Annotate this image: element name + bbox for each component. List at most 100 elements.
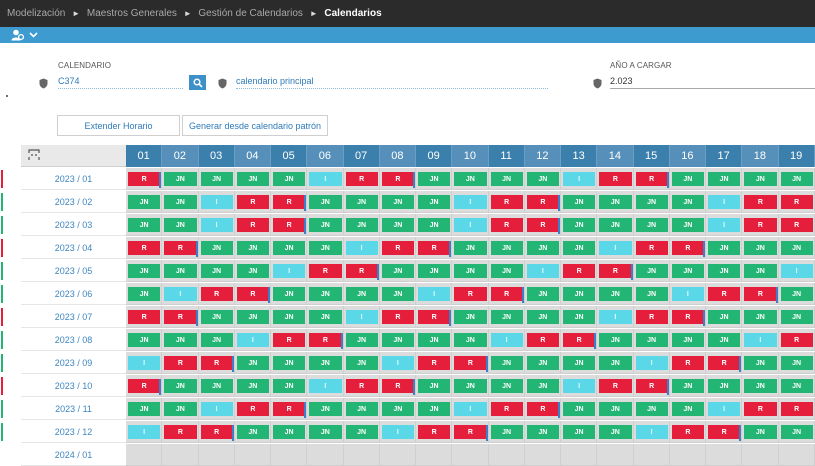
- day-cell[interactable]: I: [162, 283, 199, 305]
- day-cell[interactable]: R: [343, 168, 380, 190]
- day-type-chip[interactable]: I: [309, 379, 342, 393]
- day-type-chip[interactable]: R: [273, 333, 306, 347]
- day-cell[interactable]: JN: [778, 352, 815, 374]
- day-type-chip[interactable]: R: [164, 310, 197, 324]
- day-type-chip[interactable]: R: [635, 379, 668, 393]
- day-cell[interactable]: JN: [452, 329, 489, 351]
- day-type-chip[interactable]: R: [599, 379, 632, 393]
- day-cell[interactable]: R: [162, 352, 199, 374]
- day-type-chip[interactable]: R: [526, 218, 559, 232]
- day-cell[interactable]: R: [126, 237, 163, 259]
- day-type-chip[interactable]: I: [708, 218, 741, 232]
- day-type-chip[interactable]: JN: [490, 264, 523, 278]
- day-type-chip[interactable]: I: [708, 195, 741, 209]
- day-cell[interactable]: R: [742, 191, 779, 213]
- day-cell[interactable]: [488, 444, 525, 466]
- day-type-chip[interactable]: I: [381, 356, 414, 370]
- day-type-chip[interactable]: JN: [454, 333, 487, 347]
- day-cell[interactable]: I: [597, 306, 634, 328]
- day-type-chip[interactable]: R: [164, 356, 197, 370]
- day-type-chip[interactable]: JN: [599, 402, 632, 416]
- day-type-chip[interactable]: JN: [381, 402, 414, 416]
- day-type-chip[interactable]: JN: [345, 425, 378, 439]
- day-type-chip[interactable]: R: [418, 425, 451, 439]
- day-type-chip[interactable]: R: [128, 241, 161, 255]
- month-row-label[interactable]: 2023 / 01: [21, 168, 126, 190]
- day-type-chip[interactable]: JN: [309, 425, 342, 439]
- day-type-chip[interactable]: I: [671, 287, 704, 301]
- day-cell[interactable]: JN: [452, 375, 489, 397]
- day-cell[interactable]: R: [234, 214, 271, 236]
- day-type-chip[interactable]: JN: [381, 287, 414, 301]
- day-type-chip[interactable]: R: [708, 425, 741, 439]
- day-type-chip[interactable]: R: [490, 218, 523, 232]
- day-type-chip[interactable]: R: [200, 425, 233, 439]
- day-cell[interactable]: I: [633, 421, 670, 443]
- day-cell[interactable]: [452, 444, 489, 466]
- day-cell[interactable]: JN: [706, 306, 743, 328]
- month-row-label[interactable]: 2024 / 01: [21, 444, 126, 466]
- day-type-chip[interactable]: JN: [599, 195, 632, 209]
- day-cell[interactable]: JN: [416, 398, 453, 420]
- day-cell[interactable]: JN: [669, 329, 706, 351]
- day-type-chip[interactable]: R: [671, 241, 704, 255]
- day-cell[interactable]: I: [452, 214, 489, 236]
- day-type-chip[interactable]: JN: [454, 241, 487, 255]
- day-cell[interactable]: [162, 444, 199, 466]
- day-cell[interactable]: JN: [524, 283, 561, 305]
- day-type-chip[interactable]: JN: [599, 287, 632, 301]
- day-cell[interactable]: I: [307, 375, 344, 397]
- day-type-chip[interactable]: R: [454, 287, 487, 301]
- day-type-chip[interactable]: I: [200, 195, 233, 209]
- day-cell[interactable]: JN: [561, 421, 598, 443]
- day-cell[interactable]: JN: [778, 237, 815, 259]
- day-cell[interactable]: JN: [307, 191, 344, 213]
- day-cell[interactable]: R: [778, 329, 815, 351]
- day-type-chip[interactable]: JN: [744, 241, 777, 255]
- day-cell[interactable]: I: [706, 214, 743, 236]
- day-type-chip[interactable]: JN: [309, 402, 342, 416]
- day-type-chip[interactable]: R: [671, 356, 704, 370]
- day-type-chip[interactable]: I: [780, 264, 813, 278]
- day-cell[interactable]: JN: [561, 352, 598, 374]
- day-type-chip[interactable]: R: [345, 264, 378, 278]
- month-row-label[interactable]: 2023 / 05: [21, 260, 126, 282]
- day-type-chip[interactable]: R: [273, 402, 306, 416]
- day-cell[interactable]: JN: [234, 421, 271, 443]
- day-cell[interactable]: R: [162, 421, 199, 443]
- day-cell[interactable]: JN: [488, 352, 525, 374]
- day-cell[interactable]: JN: [307, 214, 344, 236]
- day-type-chip[interactable]: JN: [708, 264, 741, 278]
- day-type-chip[interactable]: JN: [236, 172, 269, 186]
- day-type-chip[interactable]: JN: [273, 379, 306, 393]
- day-type-chip[interactable]: I: [128, 356, 161, 370]
- day-cell[interactable]: R: [706, 352, 743, 374]
- day-type-chip[interactable]: JN: [418, 379, 451, 393]
- day-type-chip[interactable]: JN: [200, 172, 233, 186]
- day-type-chip[interactable]: JN: [236, 310, 269, 324]
- day-cell[interactable]: JN: [307, 283, 344, 305]
- day-type-chip[interactable]: R: [273, 195, 306, 209]
- expand-icon[interactable]: [28, 149, 40, 161]
- day-cell[interactable]: R: [633, 237, 670, 259]
- day-type-chip[interactable]: JN: [563, 356, 596, 370]
- day-cell[interactable]: I: [524, 260, 561, 282]
- day-cell[interactable]: JN: [307, 237, 344, 259]
- day-cell[interactable]: JN: [162, 214, 199, 236]
- day-cell[interactable]: R: [126, 168, 163, 190]
- day-cell[interactable]: JN: [488, 306, 525, 328]
- day-type-chip[interactable]: R: [236, 287, 269, 301]
- day-cell[interactable]: JN: [778, 375, 815, 397]
- day-cell[interactable]: R: [597, 260, 634, 282]
- day-type-chip[interactable]: JN: [273, 310, 306, 324]
- day-type-chip[interactable]: I: [200, 402, 233, 416]
- day-type-chip[interactable]: R: [236, 402, 269, 416]
- day-cell[interactable]: R: [271, 329, 308, 351]
- day-cell[interactable]: JN: [669, 168, 706, 190]
- day-cell[interactable]: R: [343, 375, 380, 397]
- day-type-chip[interactable]: JN: [381, 195, 414, 209]
- day-cell[interactable]: I: [126, 352, 163, 374]
- day-type-chip[interactable]: JN: [744, 425, 777, 439]
- day-type-chip[interactable]: R: [381, 172, 414, 186]
- day-type-chip[interactable]: JN: [708, 333, 741, 347]
